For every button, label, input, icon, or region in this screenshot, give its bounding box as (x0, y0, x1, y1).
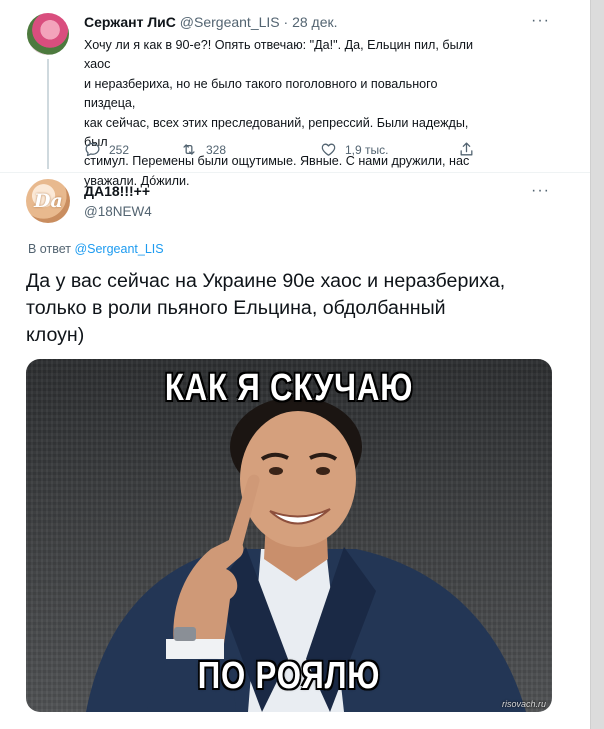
tweet-original[interactable]: Сержант ЛиС @Sergeant_LIS · 28 дек. ··· … (0, 0, 590, 188)
avatar[interactable] (27, 13, 69, 55)
tweet-text-line: только в роли пьяного Ельцина, обдолбанн… (26, 297, 446, 319)
like-button[interactable]: 1,9 тыс. (320, 141, 388, 158)
retweet-icon (180, 141, 198, 158)
tweet-text: Да у вас сейчас на Украине 90е хаос и не… (26, 268, 566, 349)
avatar-lettering: Da (34, 190, 63, 212)
thread-connector (47, 59, 49, 169)
display-name[interactable]: ДА18!!!++ (84, 183, 150, 199)
reply-button[interactable]: 252 (84, 141, 129, 158)
tweet-text: Хочу ли я как в 90-е?! Опять отвечаю: "Д… (84, 36, 484, 191)
adjacent-panel-edge (590, 0, 604, 729)
more-options-icon[interactable]: ··· (531, 182, 550, 200)
user-handle[interactable]: @18NEW4 (84, 204, 152, 219)
heart-icon (320, 141, 337, 158)
reply-context: В ответ @Sergeant_LIS (28, 242, 164, 256)
share-button[interactable] (458, 141, 475, 158)
retweet-button[interactable]: 328 (180, 141, 226, 158)
comment-icon (84, 141, 101, 158)
tweet-date[interactable]: 28 дек. (292, 14, 337, 30)
display-name[interactable]: Сержант ЛиС (84, 14, 176, 30)
tweet-text-line: Хочу ли я как в 90-е?! Опять отвечаю: "Д… (84, 38, 474, 72)
more-options-icon[interactable]: ··· (531, 12, 550, 30)
meme-top-caption: КАК Я СКУЧАЮ (164, 367, 414, 409)
tweet-text-line: и неразбериха, но не было такого поголов… (84, 76, 438, 111)
meme-bottom-caption: ПО РОЯЛЮ (197, 655, 381, 697)
reply-count: 252 (109, 142, 130, 157)
watermark: risovach.ru (501, 699, 546, 709)
share-icon (458, 141, 475, 158)
timeline-card: Сержант ЛиС @Sergeant_LIS · 28 дек. ··· … (0, 0, 590, 729)
tweet-divider (0, 172, 590, 173)
retweet-count: 328 (206, 142, 227, 157)
tweet-actions: 252 328 1,9 тыс. (84, 141, 484, 161)
like-count: 1,9 тыс. (345, 142, 389, 157)
tweet-text-line: клоун) (26, 324, 85, 346)
meme-image[interactable]: КАК Я СКУЧАЮ ПО РОЯЛЮ risovach.ru (26, 359, 552, 712)
user-handle[interactable]: @Sergeant_LIS (180, 14, 280, 30)
tweet-text-line: Да у вас сейчас на Украине 90е хаос и не… (26, 270, 506, 292)
reply-to-link[interactable]: @Sergeant_LIS (74, 242, 163, 256)
reply-prefix: В ответ (28, 242, 75, 256)
separator: · (283, 14, 289, 30)
tweet-header: Сержант ЛиС @Sergeant_LIS · 28 дек. (84, 14, 338, 30)
